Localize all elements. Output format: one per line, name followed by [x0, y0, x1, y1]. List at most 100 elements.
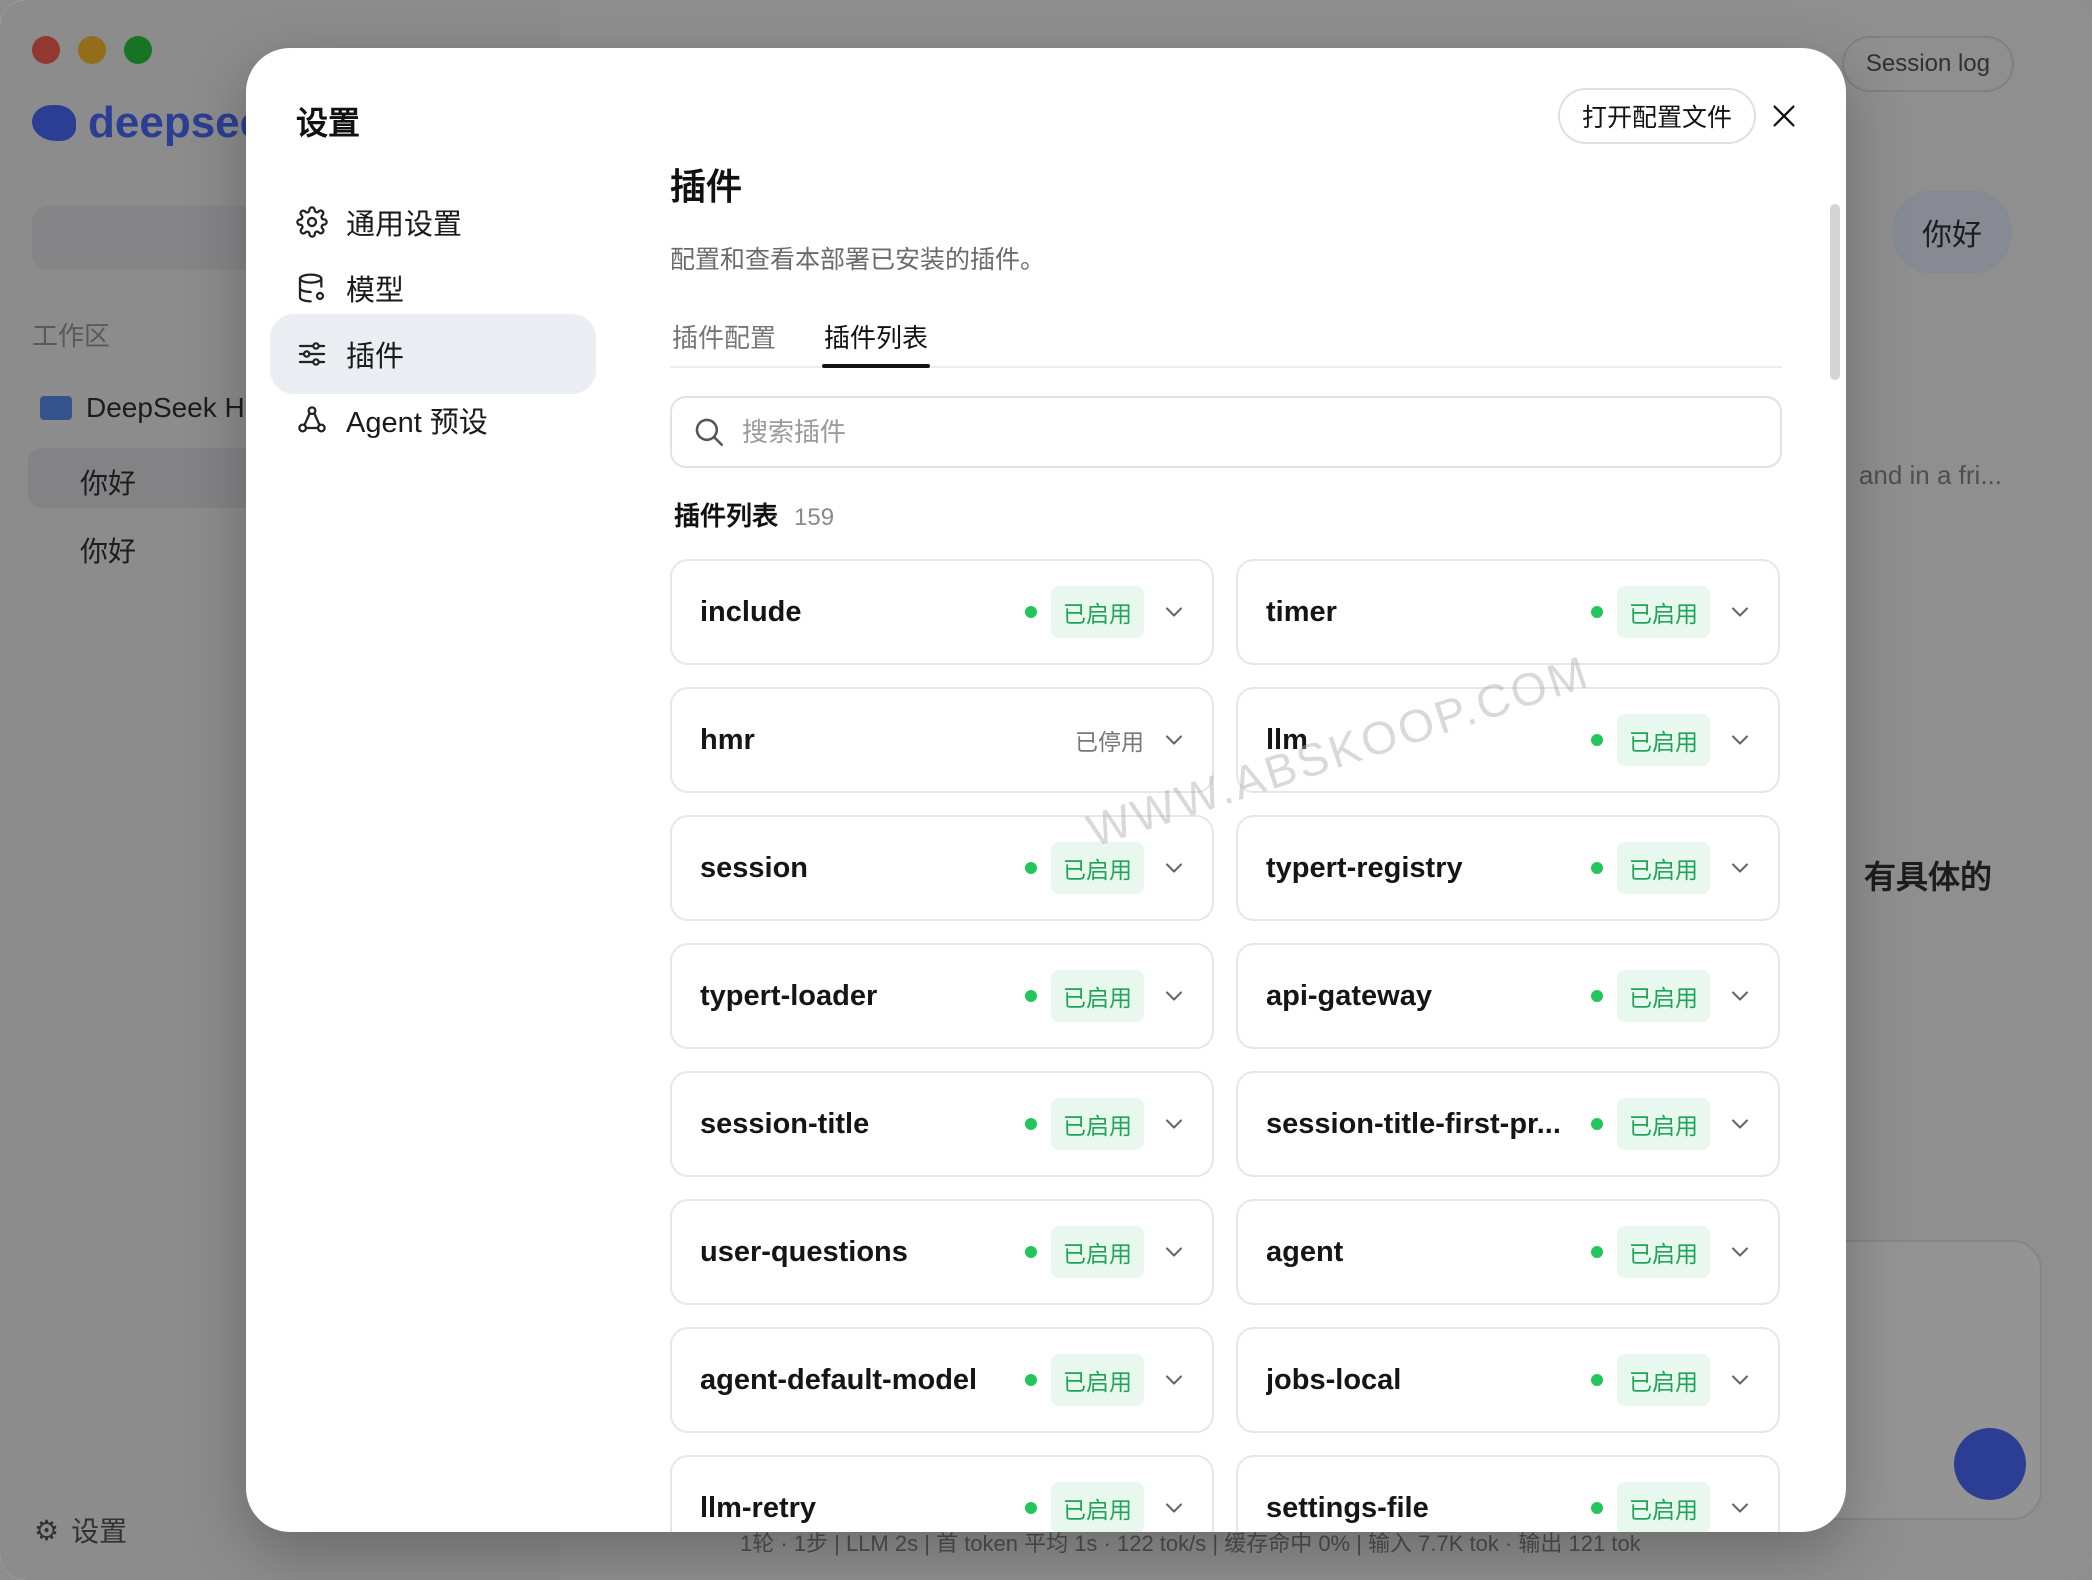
chevron-down-icon[interactable]: [1726, 1238, 1754, 1266]
status-dot: [1591, 1374, 1603, 1386]
plugin-name: llm-retry: [700, 1491, 817, 1524]
plugin-name: llm: [1266, 723, 1308, 756]
open-config-file-button[interactable]: 打开配置文件: [1558, 88, 1757, 144]
status-dot: [1025, 1118, 1037, 1130]
plugin-list-label: 插件列表: [674, 501, 779, 531]
plugin-name: agent-default-model: [700, 1363, 978, 1396]
plugin-card[interactable]: user-questions 已启用: [670, 1199, 1214, 1305]
plugin-name: settings-file: [1266, 1491, 1429, 1524]
status-dot: [1591, 734, 1603, 746]
plugin-card[interactable]: llm 已启用: [1236, 687, 1780, 793]
chevron-down-icon[interactable]: [1160, 1494, 1188, 1522]
status-badge: 已启用: [1051, 1226, 1144, 1278]
plugin-card[interactable]: timer 已启用: [1236, 559, 1780, 665]
page-description: 配置和查看本部署已安装的插件。: [670, 246, 1046, 274]
plugin-name: typert-registry: [1266, 851, 1463, 884]
modal-scrollbar[interactable]: [1830, 158, 1840, 1518]
status-badge: 已启用: [1051, 1354, 1144, 1406]
tab-plugin-config[interactable]: 插件配置: [672, 312, 776, 366]
status-dot: [1025, 990, 1037, 1002]
status-badge: 已启用: [1051, 970, 1144, 1022]
status-badge: 已启用: [1617, 714, 1710, 766]
plugin-card[interactable]: session 已启用: [670, 815, 1214, 921]
plugin-name: session: [700, 851, 808, 884]
nav-item-label: Agent 预设: [346, 407, 488, 439]
plugin-card[interactable]: agent 已启用: [1236, 1199, 1780, 1305]
sliders-icon: [298, 342, 326, 366]
plugin-tabs: 插件配置 插件列表: [670, 312, 1782, 368]
chevron-down-icon[interactable]: [1726, 1494, 1754, 1522]
status-dot: [1591, 606, 1603, 618]
plugin-card[interactable]: jobs-local 已启用: [1236, 1327, 1780, 1433]
status-badge: 已启用: [1051, 1482, 1144, 1532]
status-badge: 已停用: [1075, 729, 1144, 755]
close-icon: [1773, 105, 1795, 127]
status-dot: [1591, 1246, 1603, 1258]
plugin-card[interactable]: include 已启用: [670, 559, 1214, 665]
plugin-name: hmr: [700, 723, 755, 756]
chevron-down-icon[interactable]: [1726, 726, 1754, 754]
plugin-card[interactable]: hmr 已停用: [670, 687, 1214, 793]
plugin-name: session-title: [700, 1107, 870, 1140]
plugin-name: api-gateway: [1266, 979, 1432, 1012]
nav-item-label: 模型: [346, 275, 405, 307]
chevron-down-icon[interactable]: [1726, 982, 1754, 1010]
nav-item-agent-presets[interactable]: Agent 预设: [270, 380, 596, 460]
gear-icon: [296, 206, 328, 238]
plugin-name: timer: [1266, 595, 1337, 628]
status-badge: 已启用: [1051, 1098, 1144, 1150]
search-icon: [695, 418, 724, 447]
status-badge: 已启用: [1617, 586, 1710, 638]
plugin-card[interactable]: typert-registry 已启用: [1236, 815, 1780, 921]
settings-nav: 设置 通用设置 模型 插件 Agent 预设: [246, 48, 616, 1532]
database-icon: [298, 273, 325, 303]
plugin-name: agent: [1266, 1235, 1344, 1268]
plugin-count: 159: [794, 504, 835, 531]
modal-title: 设置: [296, 105, 361, 141]
plugin-card[interactable]: settings-file 已启用: [1236, 1455, 1780, 1532]
status-dot: [1591, 1118, 1603, 1130]
chevron-down-icon[interactable]: [1160, 726, 1188, 754]
plugin-card[interactable]: session-title-first-pr... 已启用: [1236, 1071, 1780, 1177]
status-dot: [1591, 990, 1603, 1002]
plugin-name: user-questions: [700, 1235, 908, 1268]
plugin-card[interactable]: agent-default-model 已启用: [670, 1327, 1214, 1433]
chevron-down-icon[interactable]: [1726, 1366, 1754, 1394]
chevron-down-icon[interactable]: [1160, 1366, 1188, 1394]
chevron-down-icon[interactable]: [1160, 1110, 1188, 1138]
chevron-down-icon[interactable]: [1160, 598, 1188, 626]
status-dot: [1591, 862, 1603, 874]
status-dot: [1591, 1502, 1603, 1514]
nav-item-label: 通用设置: [346, 209, 463, 241]
nav-item-label: 插件: [346, 341, 405, 373]
plugin-card[interactable]: session-title 已启用: [670, 1071, 1214, 1177]
chevron-down-icon[interactable]: [1160, 982, 1188, 1010]
chevron-down-icon[interactable]: [1726, 854, 1754, 882]
agent-icon: [298, 406, 326, 433]
plugin-grid: include 已启用 timer 已启用 hmr 已停用 llm 已启用 session 已启用…: [670, 559, 1782, 1532]
plugin-name: typert-loader: [700, 979, 878, 1012]
chevron-down-icon[interactable]: [1726, 598, 1754, 626]
chevron-down-icon[interactable]: [1160, 854, 1188, 882]
status-badge: 已启用: [1051, 586, 1144, 638]
plugin-card[interactable]: typert-loader 已启用: [670, 943, 1214, 1049]
settings-modal: 设置 通用设置 模型 插件 Agent 预设 打开配置文件 插件 配置和查看本部…: [246, 48, 1846, 1532]
search-input[interactable]: [742, 416, 1642, 448]
tab-plugin-list[interactable]: 插件列表: [822, 312, 931, 368]
status-dot: [1025, 606, 1037, 618]
scrollbar-thumb[interactable]: [1830, 204, 1840, 380]
plugins-panel: 插件 配置和查看本部署已安装的插件。 插件配置 插件列表 插件列表 159 in…: [670, 158, 1782, 1532]
status-dot: [1025, 1374, 1037, 1386]
plugin-list-header: 插件列表 159: [670, 496, 1782, 533]
plugin-name: include: [700, 595, 802, 628]
status-badge: 已启用: [1617, 1098, 1710, 1150]
status-badge: 已启用: [1051, 842, 1144, 894]
chevron-down-icon[interactable]: [1726, 1110, 1754, 1138]
chevron-down-icon[interactable]: [1160, 1238, 1188, 1266]
plugin-name: session-title-first-pr...: [1266, 1107, 1561, 1140]
plugin-search: [670, 396, 1782, 468]
plugin-card[interactable]: llm-retry 已启用: [670, 1455, 1214, 1532]
close-modal-button[interactable]: [1764, 96, 1804, 136]
plugin-card[interactable]: api-gateway 已启用: [1236, 943, 1780, 1049]
status-dot: [1025, 1246, 1037, 1258]
